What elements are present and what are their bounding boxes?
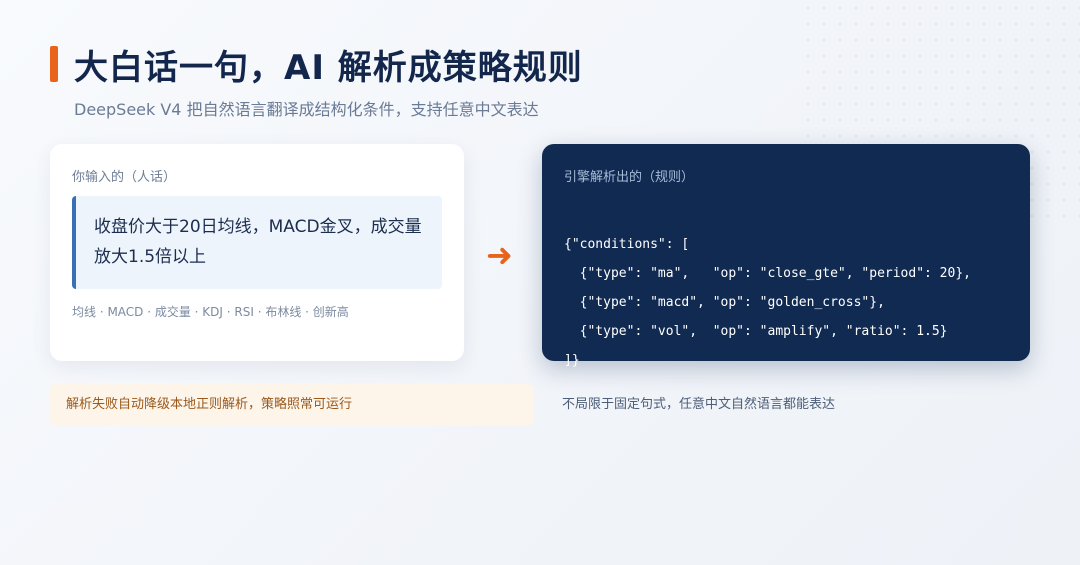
rule-card-label: 引擎解析出的（规则） [564,170,695,185]
parsed-rule-card: 引擎解析出的（规则） {"conditions": [ {"type": "ma… [542,144,1030,368]
code-line: ]} [564,353,580,368]
arrow-right-icon: ➜ [486,236,513,274]
fallback-note: 解析失败自动降级本地正则解析，策略照常可运行 [50,384,534,426]
title-accent-bar [50,46,58,82]
input-card-label: 你输入的（人话） [72,170,177,185]
page-subtitle: DeepSeek V4 把自然语言翻译成结构化条件，支持任意中文表达 [74,100,539,119]
natural-language-input-card: 你输入的（人话） 收盘价大于20日均线，MACD金叉，成交量放大1.5倍以上 均… [50,144,464,361]
code-line: {"type": "vol", "op": "amplify", "ratio"… [564,324,948,339]
supported-indicators-tags: 均线 · MACD · 成交量 · KDJ · RSI · 布林线 · 创新高 [72,305,349,319]
freeform-note: 不局限于固定句式，任意中文自然语言都能表达 [562,397,836,412]
page-title: 大白话一句，AI 解析成策略规则 [74,48,583,88]
input-example-text: 收盘价大于20日均线，MACD金叉，成交量放大1.5倍以上 [72,196,442,289]
code-line: {"conditions": [ [564,237,690,252]
code-line: {"type": "macd", "op": "golden_cross"}, [564,295,885,310]
code-line: {"type": "ma", "op": "close_gte", "perio… [564,266,971,281]
